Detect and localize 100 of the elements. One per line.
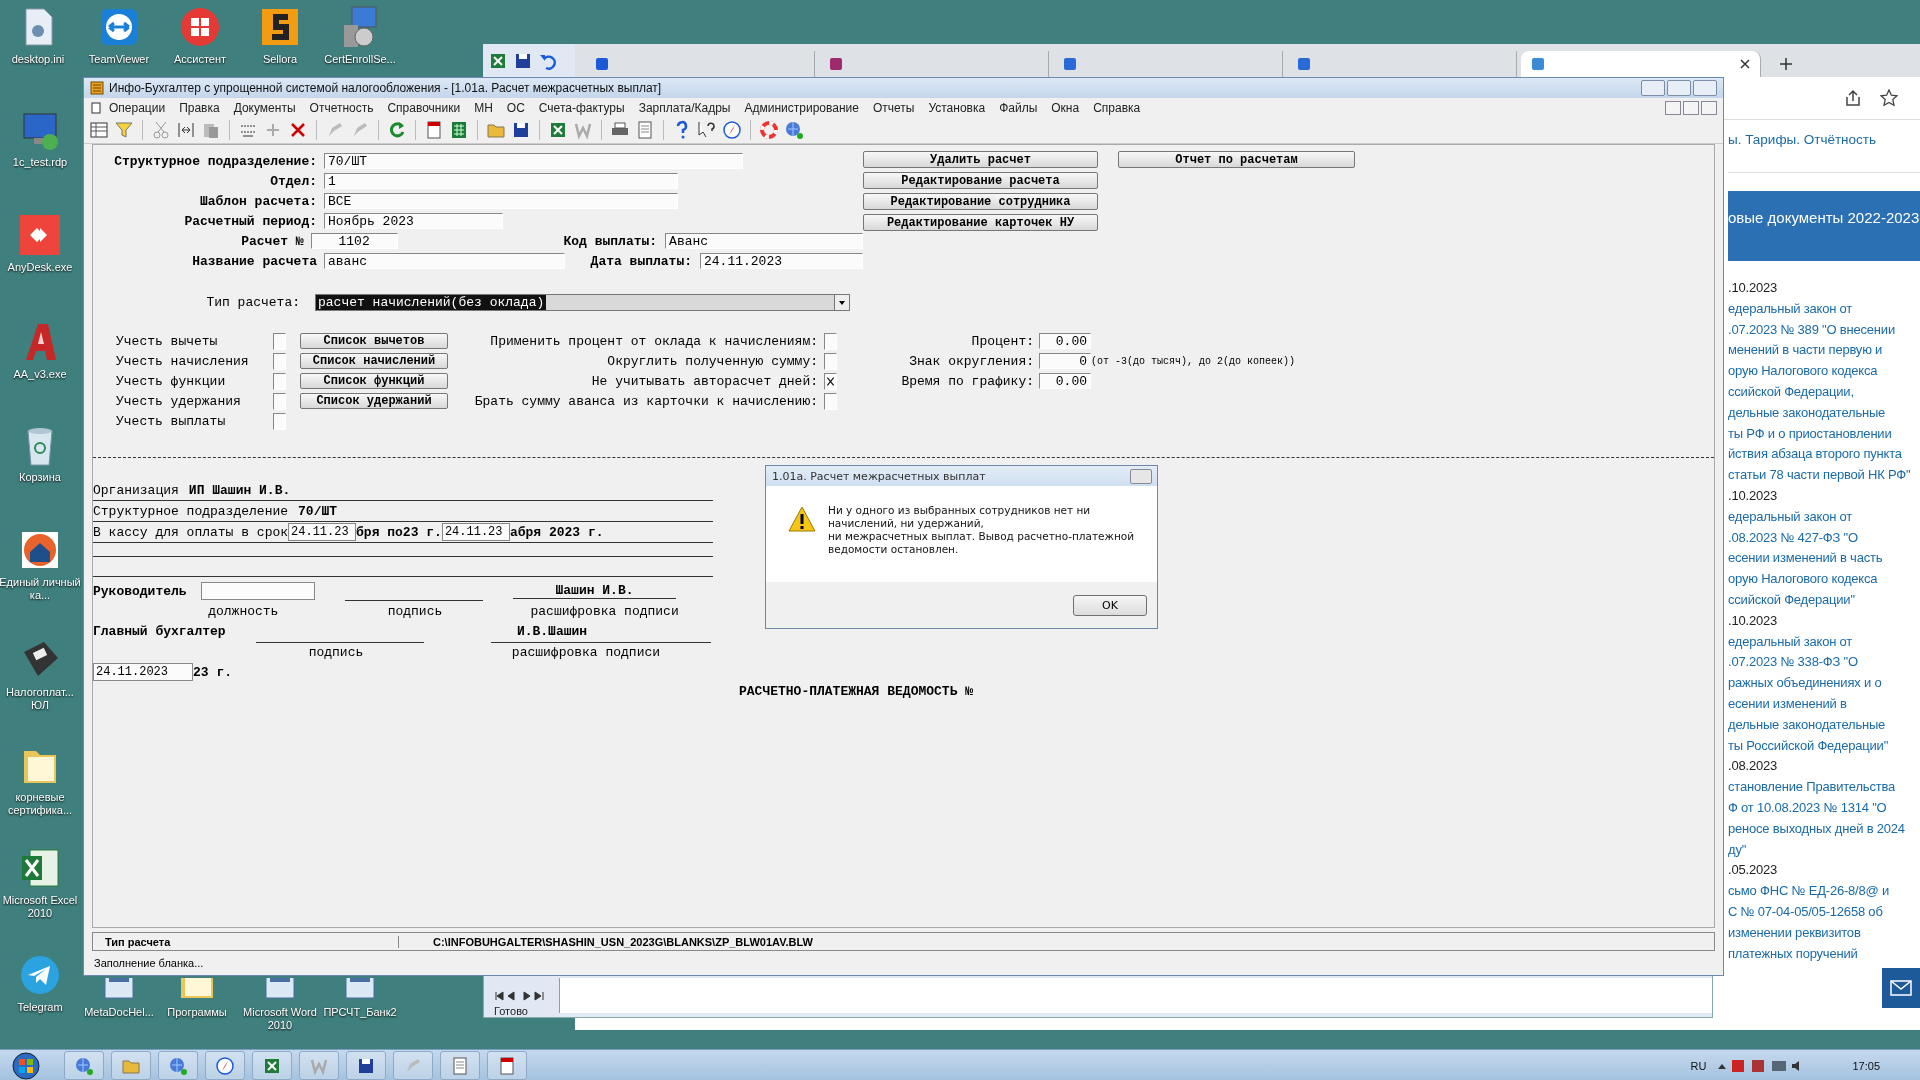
star-icon[interactable] [1880, 89, 1898, 107]
position-field[interactable] [201, 582, 315, 600]
globe-icon[interactable] [74, 1055, 94, 1076]
compass-icon[interactable] [722, 120, 742, 140]
news-link[interactable]: орую Налогового кодекса [1728, 569, 1920, 590]
share-icon[interactable] [1844, 89, 1862, 107]
news-link[interactable]: едеральный закон от [1728, 631, 1920, 653]
ok-button[interactable]: OK [1073, 594, 1147, 616]
lifebuoy-icon[interactable] [759, 120, 779, 140]
menu-item[interactable]: Счета-фактуры [531, 100, 632, 115]
news-link[interactable]: дельные законодательные [1728, 402, 1920, 424]
news-link[interactable]: йствия абзаца второго пункта [1728, 444, 1920, 466]
text-field[interactable]: ВСЕ [324, 193, 678, 209]
news-link[interactable]: едеральный закон от [1728, 506, 1920, 528]
text-field[interactable]: аванс [324, 253, 565, 269]
list-button[interactable]: Список вычетов [300, 333, 448, 349]
taskbar-button[interactable] [487, 1051, 527, 1080]
news-link[interactable]: становление Правительства [1728, 777, 1920, 798]
close-button[interactable] [1693, 80, 1717, 96]
news-link[interactable]: есении изменений в часть [1728, 548, 1920, 570]
text-field[interactable]: 24.11.2023 [700, 253, 863, 269]
news-link[interactable]: С № 07-04-05/05-12658 об [1728, 901, 1920, 923]
globe-icon[interactable] [168, 1055, 188, 1076]
excel-icon[interactable] [488, 51, 508, 71]
text-field[interactable]: 1 [324, 173, 678, 189]
calendar-icon[interactable] [497, 1055, 517, 1076]
close-button[interactable] [1701, 100, 1717, 115]
number-field[interactable]: 0.00 [1039, 333, 1091, 349]
sheet-nav-icon[interactable] [494, 991, 546, 1001]
checkbox[interactable] [273, 352, 286, 370]
news-link[interactable]: реносе выходных дней в 2024 [1728, 818, 1920, 840]
calendar-icon[interactable] [424, 120, 444, 140]
news-link[interactable]: дельные законодательные [1728, 714, 1920, 736]
menu-item[interactable]: Справка [1086, 100, 1148, 115]
menu-item[interactable]: ОС [499, 100, 532, 115]
compass-icon[interactable] [215, 1055, 235, 1076]
news-link[interactable]: .07.2023 № 338-ФЗ "О [1728, 652, 1920, 674]
restore-button[interactable] [1683, 100, 1699, 115]
menu-item[interactable]: МН [467, 100, 500, 115]
news-link[interactable]: орую Налогового кодекса [1728, 361, 1920, 382]
menu-item[interactable]: Зарплата/Кадры [631, 100, 738, 115]
new-tab-icon[interactable] [1779, 57, 1793, 71]
menu-item[interactable]: Администрирование [737, 100, 866, 115]
page-icon[interactable] [635, 120, 655, 140]
minimize-button[interactable] [1665, 100, 1681, 115]
news-link[interactable]: платежных поручений [1728, 943, 1920, 965]
minimize-button[interactable] [1641, 80, 1665, 96]
language-indicator[interactable]: RU [1690, 1059, 1707, 1072]
action-button[interactable]: Удалить расчет [863, 151, 1098, 168]
taskbar-button[interactable] [205, 1051, 245, 1080]
menu-item[interactable]: Документы [226, 100, 303, 115]
text-field[interactable]: Ноябрь 2023 [324, 213, 503, 229]
checkbox[interactable] [273, 332, 286, 350]
news-link[interactable]: .07.2023 № 389 "О внесении [1728, 319, 1920, 341]
action-button[interactable]: Редактирование карточек НУ [863, 214, 1098, 231]
menu-item[interactable]: Правка [172, 100, 227, 115]
menu-item[interactable]: Операции [102, 100, 173, 115]
globe-icon[interactable] [784, 120, 804, 140]
news-link[interactable]: ссийской Федерации" [1728, 589, 1920, 611]
checkbox[interactable] [273, 372, 286, 390]
checkbox[interactable] [273, 412, 286, 430]
news-link[interactable]: изменении реквизитов [1728, 922, 1920, 944]
list-button[interactable]: Список удержаний [300, 393, 448, 409]
taskbar-button[interactable] [346, 1051, 386, 1080]
browser-tab[interactable] [1521, 51, 1761, 77]
news-link[interactable]: есении изменений в [1728, 693, 1920, 715]
news-link[interactable]: Ф от 10.08.2023 № 1314 "О [1728, 797, 1920, 819]
checkbox[interactable] [824, 372, 837, 390]
help-pointer-icon[interactable] [697, 120, 717, 140]
text-field[interactable]: 1102 [310, 233, 398, 249]
news-link[interactable]: ду" [1728, 839, 1920, 861]
close-icon[interactable] [1740, 59, 1750, 69]
number-field[interactable]: 0.00 [1039, 373, 1091, 389]
plane-icon[interactable] [18, 953, 62, 997]
menu-item[interactable]: Справочники [380, 100, 468, 115]
filter-icon[interactable] [114, 120, 134, 140]
news-link[interactable]: сьмо ФНС № ЕД-26-8/8@ и [1728, 881, 1920, 902]
page-icon[interactable] [450, 1055, 470, 1076]
report-button[interactable]: Отчет по расчетам [1118, 151, 1355, 168]
number-field[interactable]: 0 [1039, 353, 1091, 369]
news-link[interactable]: ражных объединениях и о [1728, 673, 1920, 694]
news-link[interactable]: едеральный закон от [1728, 298, 1920, 320]
save-icon[interactable] [511, 120, 531, 140]
news-link[interactable]: ты Российской Федерации" [1728, 735, 1920, 757]
columns-icon[interactable] [176, 120, 196, 140]
text-field[interactable]: 70/ШТ [324, 153, 743, 169]
menu-item[interactable]: Файлы [992, 100, 1045, 115]
checkbox[interactable] [824, 332, 837, 350]
checkbox[interactable] [824, 352, 837, 370]
refresh-icon[interactable] [387, 120, 407, 140]
checkbox[interactable] [824, 392, 837, 410]
squares-icon[interactable] [178, 5, 222, 49]
menu-item[interactable]: Окна [1044, 100, 1087, 115]
news-link[interactable]: менений в части первую и [1728, 340, 1920, 362]
date-field[interactable]: 24.11.2023 [93, 663, 193, 681]
close-button[interactable] [1130, 468, 1152, 484]
list-button[interactable]: Список начислений [300, 353, 448, 369]
grid-icon[interactable] [89, 120, 109, 140]
date-field[interactable]: 24.11.23 [441, 523, 510, 541]
calculator-icon[interactable] [449, 120, 469, 140]
